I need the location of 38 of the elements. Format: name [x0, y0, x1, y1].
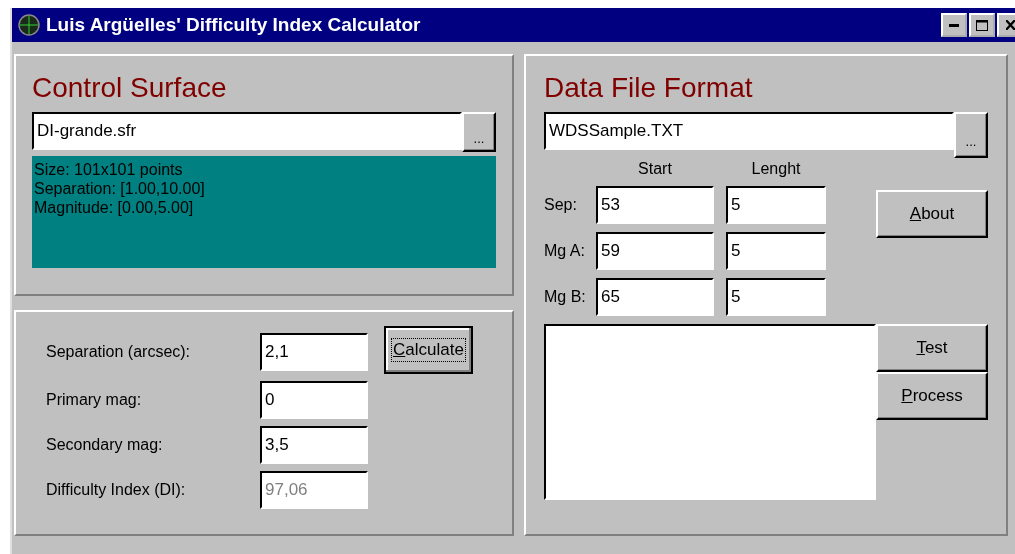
minimize-icon — [949, 23, 959, 27]
field-label: Mg B: — [544, 288, 587, 306]
window-title: Luis Argüelles' Difficulty Index Calculator — [46, 14, 422, 36]
test-button[interactable]: Test — [876, 324, 988, 372]
field-label: Secondary mag: — [46, 436, 164, 454]
field-label: Sep: — [544, 196, 578, 214]
column-header: Start — [637, 160, 673, 178]
field-label: Primary mag: — [46, 391, 143, 409]
info-text: Size: 101x101 points — [34, 160, 184, 179]
info-text: Magnitude: [0.00,5.00] — [34, 198, 195, 217]
input-field[interactable]: 5 — [726, 278, 826, 316]
browse-button[interactable]: ... — [462, 112, 496, 152]
input-field[interactable]: 2,1 — [260, 333, 368, 371]
input-field[interactable]: 65 — [596, 278, 714, 316]
calculate-button[interactable]: Calculate — [384, 326, 473, 374]
maximize-icon — [976, 19, 988, 31]
minimize-button[interactable] — [941, 13, 967, 37]
browse-button[interactable]: ... — [954, 112, 988, 158]
file-path-field[interactable]: WDSSample.TXT — [544, 112, 954, 150]
info-text: Separation: [1.00,10.00] — [34, 179, 206, 198]
process-button[interactable]: Process — [876, 372, 988, 420]
crosshair-globe-icon — [18, 14, 40, 36]
file-path-field[interactable]: DI-grande.sfr — [32, 112, 462, 150]
input-field[interactable]: 59 — [596, 232, 714, 270]
about-button[interactable]: About — [876, 190, 988, 238]
panel-heading: Data File Format — [544, 72, 754, 104]
input-field[interactable]: 3,5 — [260, 426, 368, 464]
maximize-button[interactable] — [969, 13, 995, 37]
field-label: Difficulty Index (DI): — [46, 481, 187, 499]
input-field[interactable]: 5 — [726, 232, 826, 270]
close-icon — [1005, 20, 1015, 30]
field-label: Mg A: — [544, 242, 586, 260]
column-header: Lenght — [750, 160, 802, 178]
input-field[interactable]: 53 — [596, 186, 714, 224]
input-field[interactable]: 0 — [260, 381, 368, 419]
input-field[interactable]: 5 — [726, 186, 826, 224]
panel-heading: Control Surface — [32, 72, 228, 104]
field-label: Separation (arcsec): — [46, 343, 192, 361]
